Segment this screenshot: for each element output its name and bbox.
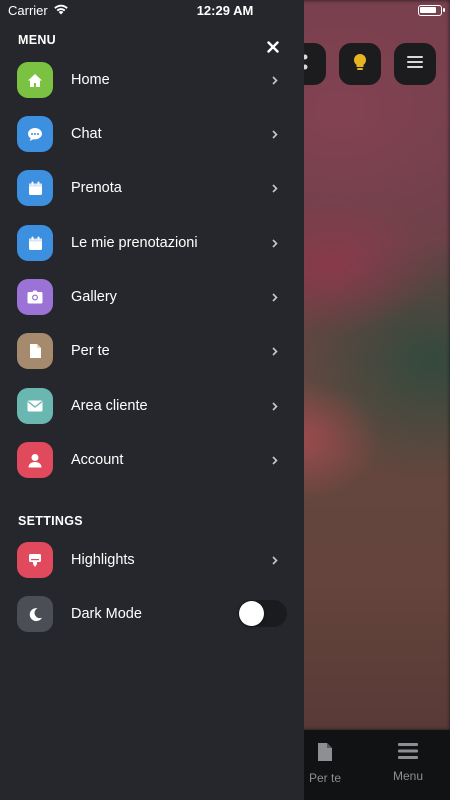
lightbulb-button[interactable] bbox=[339, 43, 381, 85]
mail-icon bbox=[17, 388, 53, 424]
menu-icon bbox=[398, 742, 418, 769]
calendar-icon bbox=[17, 170, 53, 206]
chevron-right-icon bbox=[269, 128, 281, 140]
clock: 12:29 AM bbox=[196, 3, 254, 18]
menu-item-dark-mode: Dark Mode bbox=[0, 587, 304, 641]
menu-item-chat[interactable]: Chat bbox=[0, 107, 304, 161]
chevron-right-icon bbox=[269, 400, 281, 412]
menu-item-account[interactable]: Account bbox=[0, 433, 304, 487]
menu-item-label: Area cliente bbox=[71, 398, 148, 414]
document-icon bbox=[317, 742, 333, 771]
chevron-right-icon bbox=[269, 454, 281, 466]
chevron-right-icon bbox=[269, 554, 281, 566]
chevron-right-icon bbox=[269, 74, 281, 86]
chevron-right-icon bbox=[269, 291, 281, 303]
menu-item-le-mie-prenotazioni[interactable]: Le mie prenotazioni bbox=[0, 216, 304, 270]
status-bar: Carrier 12:29 AM bbox=[0, 0, 450, 22]
chevron-right-icon bbox=[269, 182, 281, 194]
battery-icon bbox=[418, 5, 445, 16]
highlight-icon bbox=[17, 542, 53, 578]
menu-item-label: Home bbox=[71, 72, 110, 88]
menu-item-label: Chat bbox=[71, 126, 102, 142]
chevron-right-icon bbox=[269, 345, 281, 357]
chat-icon bbox=[17, 116, 53, 152]
toggle-knob bbox=[239, 601, 264, 626]
user-icon bbox=[17, 442, 53, 478]
menu-item-label: Per te bbox=[71, 343, 110, 359]
side-drawer: MENU Home Chat Prenota Le mie prenotazio bbox=[0, 0, 304, 800]
menu-item-label: Gallery bbox=[71, 289, 117, 305]
menu-item-prenota[interactable]: Prenota bbox=[0, 161, 304, 215]
camera-icon bbox=[17, 279, 53, 315]
chevron-right-icon bbox=[269, 237, 281, 249]
document-icon bbox=[17, 333, 53, 369]
tab-label: Per te bbox=[308, 771, 341, 785]
tab-label: Menu bbox=[392, 769, 424, 783]
settings-section-title: SETTINGS bbox=[18, 514, 83, 528]
menu-item-label: Dark Mode bbox=[71, 606, 142, 622]
calendar-icon bbox=[17, 225, 53, 261]
lightbulb-icon bbox=[352, 53, 368, 76]
menu-item-area-cliente[interactable]: Area cliente bbox=[0, 379, 304, 433]
dark-mode-toggle[interactable] bbox=[238, 600, 287, 627]
menu-item-label: Account bbox=[71, 452, 124, 468]
tab-menu[interactable]: Menu bbox=[373, 742, 443, 783]
menu-item-gallery[interactable]: Gallery bbox=[0, 270, 304, 324]
menu-item-label: Le mie prenotazioni bbox=[71, 235, 198, 251]
menu-item-label: Prenota bbox=[71, 180, 122, 196]
menu-icon bbox=[407, 55, 423, 74]
moon-icon bbox=[17, 596, 53, 632]
home-icon bbox=[17, 62, 53, 98]
menu-item-highlights[interactable]: Highlights bbox=[0, 533, 304, 587]
menu-item-per-te[interactable]: Per te bbox=[0, 324, 304, 378]
menu-section-title: MENU bbox=[18, 33, 57, 47]
menu-item-label: Highlights bbox=[71, 552, 135, 568]
menu-button[interactable] bbox=[394, 43, 436, 85]
menu-item-home[interactable]: Home bbox=[0, 53, 304, 107]
battery-level bbox=[420, 7, 436, 13]
